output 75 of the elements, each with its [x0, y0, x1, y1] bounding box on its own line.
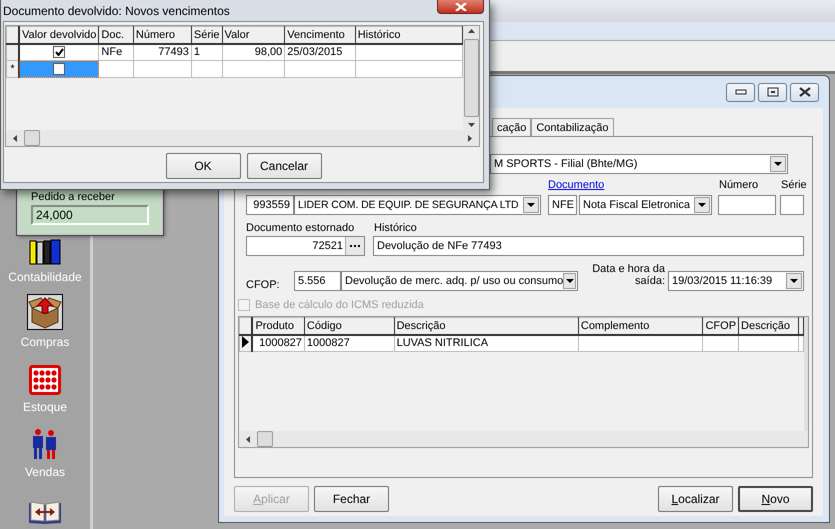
vertical-scrollbar[interactable] — [463, 26, 479, 130]
doc-type-dropdown[interactable]: Nota Fiscal Eletronica — [579, 195, 712, 215]
checkbox-label: Base de cálculo do ICMS reduzida — [255, 299, 424, 311]
tab[interactable]: cação — [492, 118, 532, 136]
table-cell: 1 — [194, 46, 200, 58]
maximize-button[interactable] — [758, 82, 787, 102]
table-cell: 25/03/2015 — [287, 46, 342, 58]
table-cell: 98,00 — [254, 46, 282, 58]
horizontal-scrollbar[interactable] — [239, 431, 808, 447]
date-time-dropdown[interactable]: 19/03/2015 11:16:39 — [668, 271, 804, 291]
form-button[interactable]: Novo — [738, 486, 813, 512]
column-header[interactable]: Produto — [252, 318, 304, 334]
cfop-field[interactable]: 5.556 — [294, 271, 341, 291]
window-title: Documento devolvido: Novos vencimentos — [3, 4, 230, 18]
column-header[interactable]: Série — [191, 26, 222, 44]
column-header[interactable]: Valor — [222, 26, 285, 44]
field-label: Documento estornado — [246, 222, 356, 236]
scroll-left-icon[interactable] — [246, 436, 250, 442]
box-icon[interactable] — [27, 294, 63, 330]
abacus-icon[interactable] — [28, 365, 61, 395]
tab[interactable]: Contabilização — [531, 118, 614, 136]
field-label: Histórico — [374, 222, 417, 236]
close-icon — [454, 2, 468, 10]
column-header[interactable]: Doc. — [98, 26, 134, 44]
table-cell: 77493 — [158, 46, 189, 58]
field-label: Número — [719, 179, 760, 193]
reversed-document-field[interactable]: 72521 — [246, 236, 365, 256]
form-button[interactable]: Fechar — [314, 486, 389, 512]
scroll-right-icon[interactable] — [468, 134, 472, 142]
scroll-left-icon[interactable] — [13, 134, 17, 142]
close-icon — [798, 87, 812, 97]
history-field[interactable]: Devolução de NFe 77493 — [373, 236, 804, 256]
field-label: Pedido a receber — [31, 191, 116, 203]
column-header[interactable]: Valor devolvido — [19, 26, 99, 44]
scroll-up-icon[interactable] — [468, 29, 475, 33]
supplier-dropdown[interactable]: LIDER COM. DE EQUIP. DE SEGURANÇA LTD — [294, 195, 541, 215]
maximize-icon — [766, 87, 778, 97]
column-header[interactable]: Número — [133, 26, 192, 44]
scroll-thumb[interactable] — [24, 130, 40, 146]
cfop-dropdown[interactable]: Devolução de merc. adq. p/ uso ou consumo — [341, 271, 578, 291]
binders-icon[interactable] — [28, 239, 62, 265]
scroll-thumb[interactable] — [257, 431, 273, 447]
column-header[interactable]: Complemento — [578, 318, 703, 334]
dialog-button[interactable]: Cancelar — [246, 153, 322, 179]
book-icon[interactable] — [28, 499, 62, 525]
scroll-down-icon[interactable] — [468, 123, 475, 127]
column-header[interactable]: Código — [304, 318, 394, 334]
column-header[interactable]: CFOP — [702, 318, 739, 334]
table-cell: NFe — [101, 46, 122, 58]
field-label: CFOP: — [246, 279, 281, 291]
checkbox[interactable] — [53, 63, 66, 76]
minimize-icon — [734, 89, 746, 95]
column-header[interactable]: Histórico — [355, 26, 463, 44]
horizontal-scrollbar[interactable] — [6, 130, 479, 146]
minimize-button[interactable] — [726, 82, 755, 102]
column-header[interactable]: Vencimento — [284, 26, 356, 44]
checkbox-cell[interactable] — [19, 60, 99, 78]
doc-type-field[interactable]: NFE — [548, 195, 577, 215]
field-label: Data e hora da saída: — [591, 263, 665, 289]
document-link[interactable]: Documento — [548, 179, 719, 193]
ellipsis-icon[interactable] — [345, 237, 364, 255]
number-field[interactable] — [718, 195, 776, 215]
form-button[interactable]: Localizar — [658, 486, 733, 512]
column-header[interactable]: Descrição — [738, 318, 799, 334]
close-button[interactable] — [437, 0, 484, 14]
checkbox[interactable] — [53, 46, 66, 58]
quantity-field[interactable]: 24,000 — [31, 205, 149, 225]
branch-dropdown[interactable]: M SPORTS - Filial (Bhte/MG) — [490, 154, 788, 174]
new-row-marker: * — [10, 63, 15, 75]
column-header[interactable]: Descrição — [394, 318, 578, 334]
supplier-code-field[interactable]: 993559 — [246, 195, 294, 215]
series-field[interactable] — [780, 195, 804, 215]
close-button[interactable] — [790, 82, 819, 102]
dialog-button[interactable]: OK — [166, 153, 240, 179]
field-label: Série — [781, 179, 807, 193]
